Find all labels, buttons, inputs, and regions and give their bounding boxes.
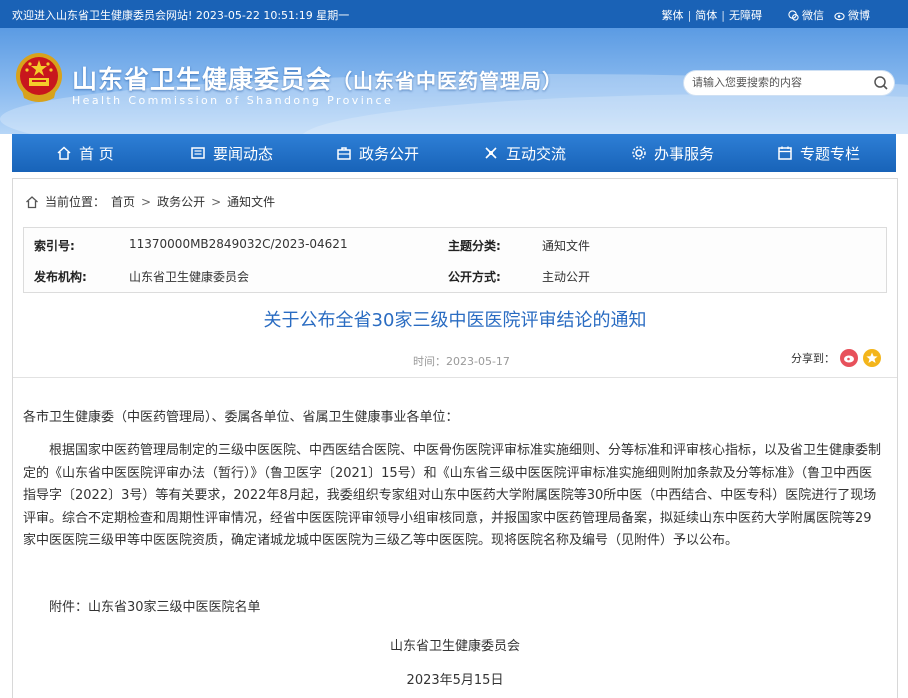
publisher-label: 发布机构: <box>34 270 87 284</box>
home-icon <box>57 146 71 160</box>
article-title: 关于公布全省30家三级中医医院评审结论的通知 <box>263 310 647 331</box>
nav-item-label: 首 页 <box>79 144 114 163</box>
breadcrumb-item-government-affairs[interactable]: 政务公开 <box>157 193 205 210</box>
nav-item-services[interactable]: 办事服务 <box>631 134 714 172</box>
nav-item-label: 办事服务 <box>654 144 715 163</box>
home-icon <box>26 195 38 208</box>
weibo-label: 微博 <box>848 9 870 22</box>
top-links: 繁体 | 简体 | 无障碍 微信 微博 <box>662 7 870 23</box>
nav-item-home[interactable]: 首 页 <box>56 134 114 172</box>
article-salutation: 各市卫生健康委（中医药管理局）、委属各单位、省属卫生健康事业各单位： <box>23 410 459 425</box>
nav-item-label: 互动交流 <box>506 144 567 163</box>
site-title-english: Health Commission of Shandong Province <box>72 94 394 107</box>
nav-item-interaction[interactable]: 互动交流 <box>483 134 566 172</box>
index-value: 11370000MB2849032C/2023-04621 <box>129 237 348 251</box>
site-header: 山东省卫生健康委员会（山东省中医药管理局） Health Commission … <box>0 28 908 134</box>
share-favorite-icon[interactable] <box>863 349 881 367</box>
article-paragraph: 根据国家中医药管理局制定的三级中医医院、中西医结合医院、中医骨伤医院评审标准实施… <box>23 443 882 548</box>
nav-item-label: 政务公开 <box>359 144 420 163</box>
article-signature: 山东省卫生健康委员会 <box>389 639 520 654</box>
site-title-sub: （山东省中医药管理局） <box>332 69 564 93</box>
nav-item-government-affairs[interactable]: 政务公开 <box>336 134 419 172</box>
article-attachment[interactable]: 附件：山东省30家三级中医医院名单 <box>23 597 261 620</box>
publisher-value: 山东省卫生健康委员会 <box>129 270 250 284</box>
accessibility-link[interactable]: 无障碍 <box>729 7 762 23</box>
publish-time: 时间：2023-05-17 <box>413 355 510 368</box>
breadcrumb-item-notices[interactable]: 通知文件 <box>227 193 275 210</box>
breadcrumb: 当前位置： 首页 > 政务公开 > 通知文件 <box>25 193 275 210</box>
content-area: 当前位置： 首页 > 政务公开 > 通知文件 索引号: 11370000MB28… <box>12 178 898 698</box>
breadcrumb-item-home[interactable]: 首页 <box>111 193 135 210</box>
topic-value: 通知文件 <box>542 239 591 253</box>
briefcase-icon <box>337 147 351 160</box>
newspaper-icon <box>191 147 205 159</box>
article-date: 2023年5月15日 <box>406 673 504 688</box>
separator: | <box>721 8 725 22</box>
title-divider <box>13 377 897 378</box>
search-input[interactable] <box>692 74 862 91</box>
nav-item-label: 要闻动态 <box>213 144 274 163</box>
weibo-link[interactable]: 微博 <box>834 7 870 23</box>
gear-icon <box>632 146 646 160</box>
main-nav: 首 页 要闻动态 政务公开 互动交流 办事服务 专题专栏 <box>12 134 896 172</box>
breadcrumb-separator: > <box>211 194 222 209</box>
national-emblem-icon[interactable] <box>14 50 64 106</box>
topic-label: 主题分类: <box>448 239 501 253</box>
search-icon[interactable] <box>873 75 889 91</box>
wechat-label: 微信 <box>802 9 824 22</box>
nav-item-news[interactable]: 要闻动态 <box>190 134 273 172</box>
nav-item-label: 专题专栏 <box>800 144 861 163</box>
site-title-main: 山东省卫生健康委员会 <box>72 65 333 94</box>
wechat-link[interactable]: 微信 <box>788 7 824 23</box>
nav-item-special-topics[interactable]: 专题专栏 <box>777 134 860 172</box>
document-metadata: 索引号: 11370000MB2849032C/2023-04621 主题分类:… <box>23 227 887 293</box>
breadcrumb-separator: > <box>141 194 152 209</box>
breadcrumb-label: 当前位置： <box>45 195 106 209</box>
site-title: 山东省卫生健康委员会（山东省中医药管理局） <box>72 60 563 96</box>
index-label: 索引号: <box>34 239 75 253</box>
share-label: 分享到： <box>791 352 835 365</box>
top-bar: 欢迎进入山东省卫生健康委员会网站! 2023-05-22 10:51:19 星期… <box>0 0 908 28</box>
share-weibo-icon[interactable] <box>840 349 858 367</box>
share-bar: 分享到： <box>791 349 881 367</box>
weibo-icon <box>834 12 845 20</box>
disclosure-value: 主动公开 <box>542 270 591 284</box>
welcome-text: 欢迎进入山东省卫生健康委员会网站! 2023-05-22 10:51:19 星期… <box>12 9 350 22</box>
wechat-icon <box>788 9 799 21</box>
traditional-chinese-link[interactable]: 繁体 <box>662 7 684 23</box>
simplified-chinese-link[interactable]: 简体 <box>695 7 717 23</box>
exchange-icon <box>485 147 497 159</box>
search-box <box>684 71 894 95</box>
separator: | <box>687 8 692 22</box>
disclosure-label: 公开方式: <box>448 270 501 284</box>
calendar-icon <box>778 146 792 160</box>
